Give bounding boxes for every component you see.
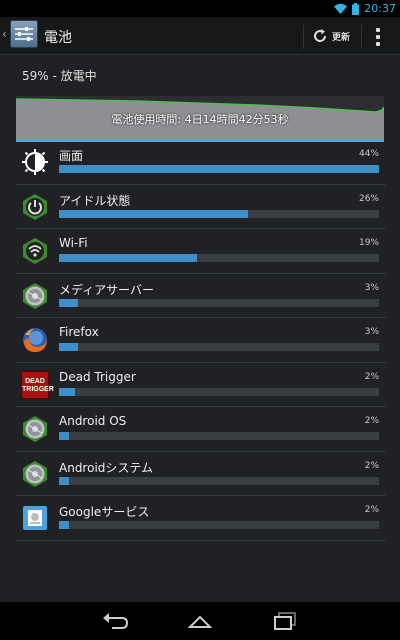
usage-percent: 3% <box>364 282 379 293</box>
usage-bar-fill <box>59 432 69 440</box>
usage-name: Googleサービス <box>59 505 150 519</box>
usage-row[interactable]: 画面 44% <box>16 140 386 185</box>
back-caret-icon[interactable]: ‹ <box>2 27 7 41</box>
usage-name: アイドル状態 <box>59 193 131 208</box>
action-bar: ‹ 電池 更新 <box>0 17 400 55</box>
usage-name: Android OS <box>59 414 127 428</box>
overflow-dot-icon <box>376 28 380 32</box>
usage-name: Dead Trigger <box>59 369 136 384</box>
usage-bar-fill <box>59 209 248 218</box>
usage-row[interactable]: Wi-Fi 19% <box>16 229 386 274</box>
settings-app-icon[interactable] <box>10 20 38 48</box>
usage-percent: 2% <box>364 416 379 426</box>
usage-percent: 44% <box>358 149 379 159</box>
usage-percent: 19% <box>358 238 379 248</box>
battery-usage-time: 電池使用時間: 4日14時間42分53秒 <box>111 113 289 126</box>
overflow-dot-icon <box>376 35 380 39</box>
navigation-bar <box>0 602 400 640</box>
usage-name: Wi-Fi <box>59 236 88 250</box>
usage-row[interactable]: Androidシステム 2% <box>16 452 386 496</box>
usage-bar-track <box>59 209 379 218</box>
google-services-icon <box>21 504 49 532</box>
usage-bar-track <box>59 432 379 440</box>
usage-name: Firefox <box>59 325 99 339</box>
usage-bar-fill <box>59 521 69 529</box>
usage-percent: 2% <box>364 460 379 471</box>
usage-name: 画面 <box>59 149 84 163</box>
overflow-menu-button[interactable] <box>370 25 386 49</box>
usage-row[interactable]: DEAD TRIGGER Dead Trigger 2% <box>16 363 386 407</box>
android-gear-icon <box>21 415 49 443</box>
battery-status: 59% - 放電中 <box>22 69 97 83</box>
status-bar: 20:37 <box>0 0 400 17</box>
usage-bar-fill <box>59 298 79 307</box>
clock: 20:37 <box>364 2 396 15</box>
wifi-signal-icon <box>334 3 348 14</box>
wifi-icon <box>21 237 49 265</box>
divider <box>361 25 362 49</box>
usage-bar-track <box>59 387 379 396</box>
recent-apps-icon[interactable] <box>270 610 300 632</box>
usage-bar-track <box>59 298 379 307</box>
firefox-icon <box>21 326 49 354</box>
usage-list: 画面 44% アイドル状態 26% Wi-Fi 19% メディアサーバー 3% Firefox 3… <box>16 140 386 541</box>
dead-trigger-icon-text: DEAD TRIGGER <box>22 377 54 393</box>
battery-history-graph[interactable]: 電池使用時間: 4日14時間42分53秒 <box>16 96 384 142</box>
usage-bar-fill <box>59 165 379 173</box>
usage-bar-fill <box>59 254 197 262</box>
usage-bar-track <box>59 343 379 351</box>
status-icons: 20:37 <box>334 1 396 16</box>
brightness-icon <box>21 148 49 176</box>
dead-trigger-icon: DEAD TRIGGER <box>21 370 54 399</box>
usage-percent: 26% <box>358 193 379 204</box>
back-icon[interactable] <box>100 610 130 632</box>
divider <box>303 25 304 49</box>
usage-bar-track <box>59 254 379 262</box>
page-title: 電池 <box>44 30 72 46</box>
usage-bar-fill <box>59 387 75 396</box>
usage-bar-track <box>59 476 379 485</box>
usage-row[interactable]: Googleサービス 2% <box>16 496 386 541</box>
power-icon <box>21 193 49 221</box>
usage-name: メディアサーバー <box>59 282 155 297</box>
usage-name: Androidシステム <box>59 460 154 475</box>
usage-row[interactable]: アイドル状態 26% <box>16 185 386 229</box>
usage-bar-fill <box>59 343 79 351</box>
usage-bar-track <box>59 521 379 529</box>
usage-row[interactable]: Android OS 2% <box>16 407 386 452</box>
usage-bar-track <box>59 165 379 173</box>
overflow-dot-icon <box>376 42 380 46</box>
usage-percent: 2% <box>364 371 379 382</box>
usage-row[interactable]: メディアサーバー 3% <box>16 274 386 318</box>
usage-percent: 2% <box>364 505 379 515</box>
usage-percent: 3% <box>364 327 379 337</box>
refresh-button[interactable]: 更新 <box>312 23 350 49</box>
home-icon[interactable] <box>185 610 215 632</box>
refresh-label: 更新 <box>332 32 351 43</box>
android-gear-icon <box>21 460 49 488</box>
usage-row[interactable]: Firefox 3% <box>16 318 386 363</box>
android-gear-icon <box>21 282 49 310</box>
battery-icon <box>352 2 360 15</box>
usage-bar-fill <box>59 476 69 485</box>
refresh-icon <box>314 29 327 42</box>
